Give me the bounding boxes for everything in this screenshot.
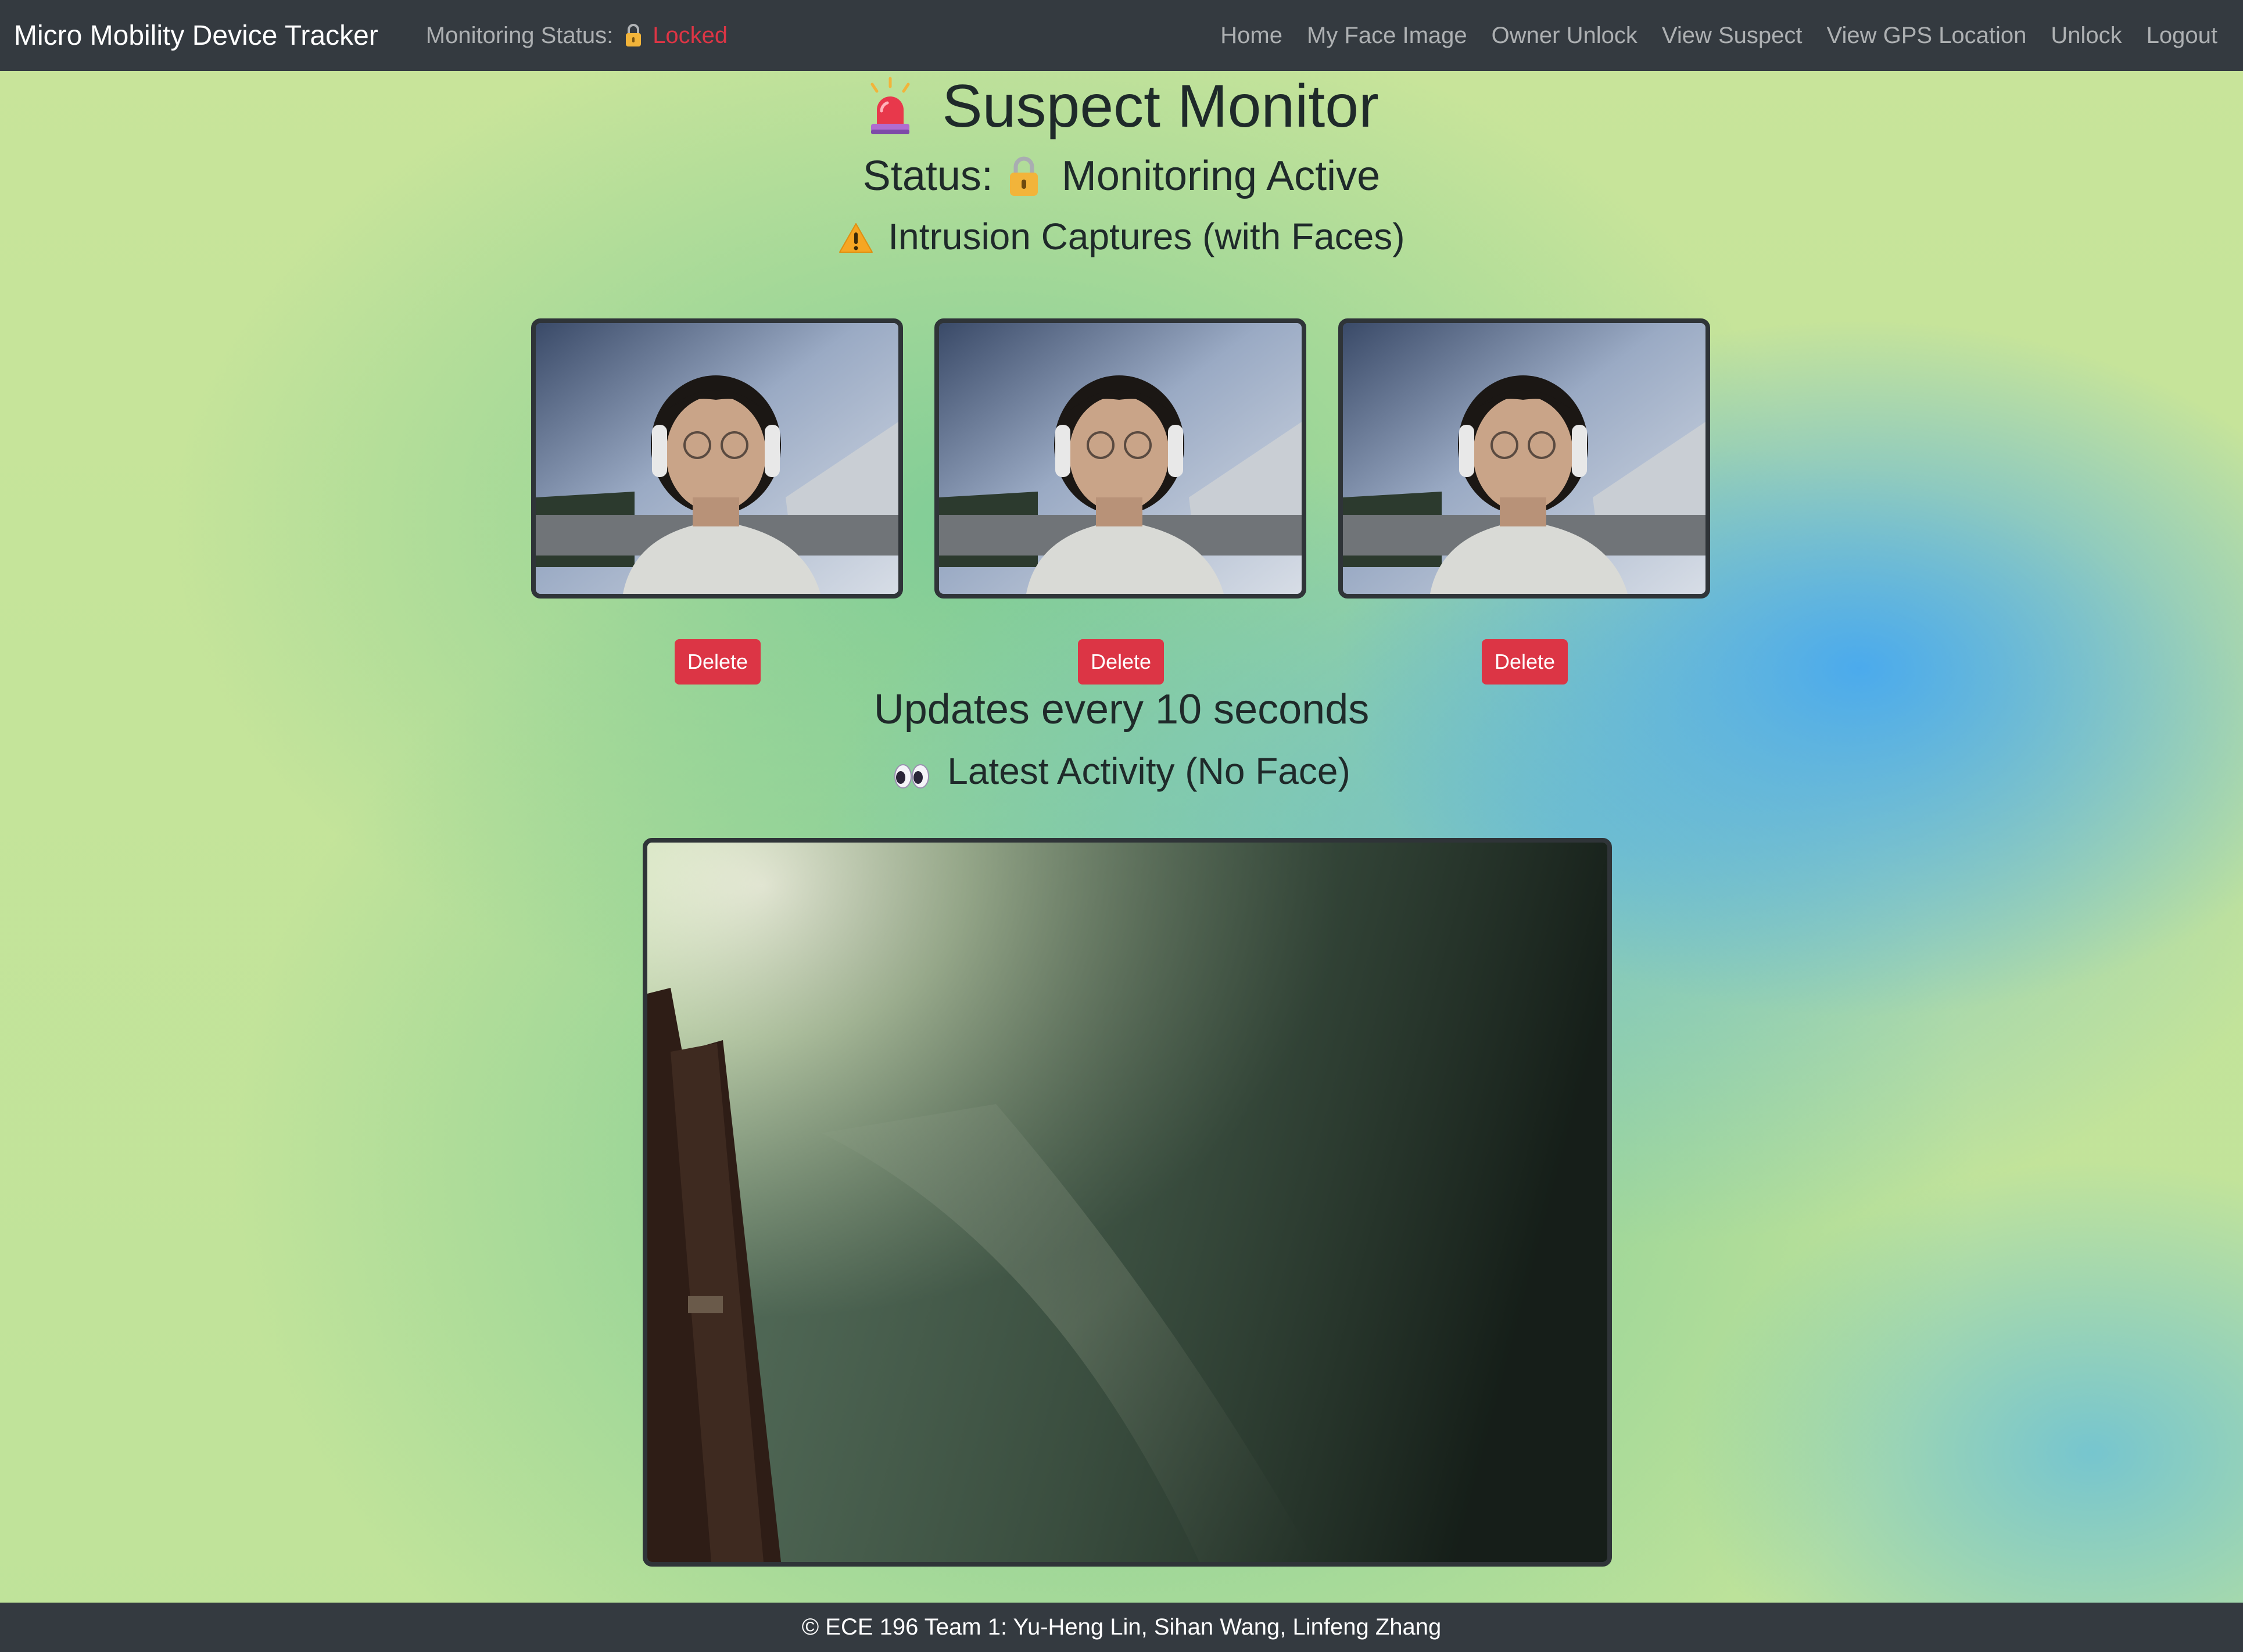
monitoring-status-label: Monitoring Status: — [425, 22, 614, 48]
brand-title[interactable]: Micro Mobility Device Tracker — [14, 20, 378, 52]
footer: © ECE 196 Team 1: Yu-Heng Lin, Sihan Wan… — [0, 1603, 2243, 1652]
navbar: Micro Mobility Device Tracker Monitoring… — [0, 0, 2243, 71]
delete-capture-button[interactable]: Delete — [1482, 639, 1568, 685]
captures-heading-row: Intrusion Captures (with Faces) — [0, 215, 2243, 258]
latest-heading: Latest Activity (No Face) — [947, 750, 1350, 792]
monitoring-status: Monitoring Status: Locked — [426, 23, 728, 49]
nav-logout[interactable]: Logout — [2134, 23, 2229, 49]
intrusion-capture-image[interactable] — [531, 318, 903, 599]
footer-text: © ECE 196 Team 1: Yu-Heng Lin, Sihan Wan… — [801, 1614, 1442, 1640]
delete-capture-button[interactable]: Delete — [1078, 639, 1164, 685]
update-note-text: Updates every 10 seconds — [873, 686, 1370, 733]
nav-owner-unlock[interactable]: Owner Unlock — [1479, 23, 1650, 49]
siren-icon — [864, 76, 916, 137]
lock-icon — [625, 23, 642, 48]
nav-unlock[interactable]: Unlock — [2038, 23, 2134, 49]
status-label: Status: — [862, 153, 993, 199]
nav-links: Home My Face Image Owner Unlock View Sus… — [1208, 23, 2229, 49]
update-note: Updates every 10 seconds — [0, 686, 2243, 733]
status-value: Monitoring Active — [1061, 153, 1381, 199]
latest-activity-image[interactable] — [643, 838, 1612, 1567]
nav-my-face-image[interactable]: My Face Image — [1295, 23, 1479, 49]
captures-heading: Intrusion Captures (with Faces) — [888, 216, 1405, 257]
page-title: Suspect Monitor — [942, 72, 1379, 140]
latest-heading-row: Latest Activity (No Face) — [0, 750, 2243, 793]
intrusion-capture-image[interactable] — [1338, 318, 1710, 599]
nav-home[interactable]: Home — [1208, 23, 1295, 49]
warning-icon — [838, 220, 874, 253]
monitoring-status-value: Locked — [653, 22, 728, 48]
delete-capture-button[interactable]: Delete — [675, 639, 761, 685]
page-title-row: Suspect Monitor — [0, 69, 2243, 144]
nav-view-suspect[interactable]: View Suspect — [1650, 23, 1815, 49]
status-row: Status: Monitoring Active — [0, 152, 2243, 200]
nav-view-gps-location[interactable]: View GPS Location — [1814, 23, 2038, 49]
lock-icon — [1007, 154, 1041, 198]
eyes-icon — [893, 757, 931, 789]
intrusion-capture-image[interactable] — [934, 318, 1306, 599]
